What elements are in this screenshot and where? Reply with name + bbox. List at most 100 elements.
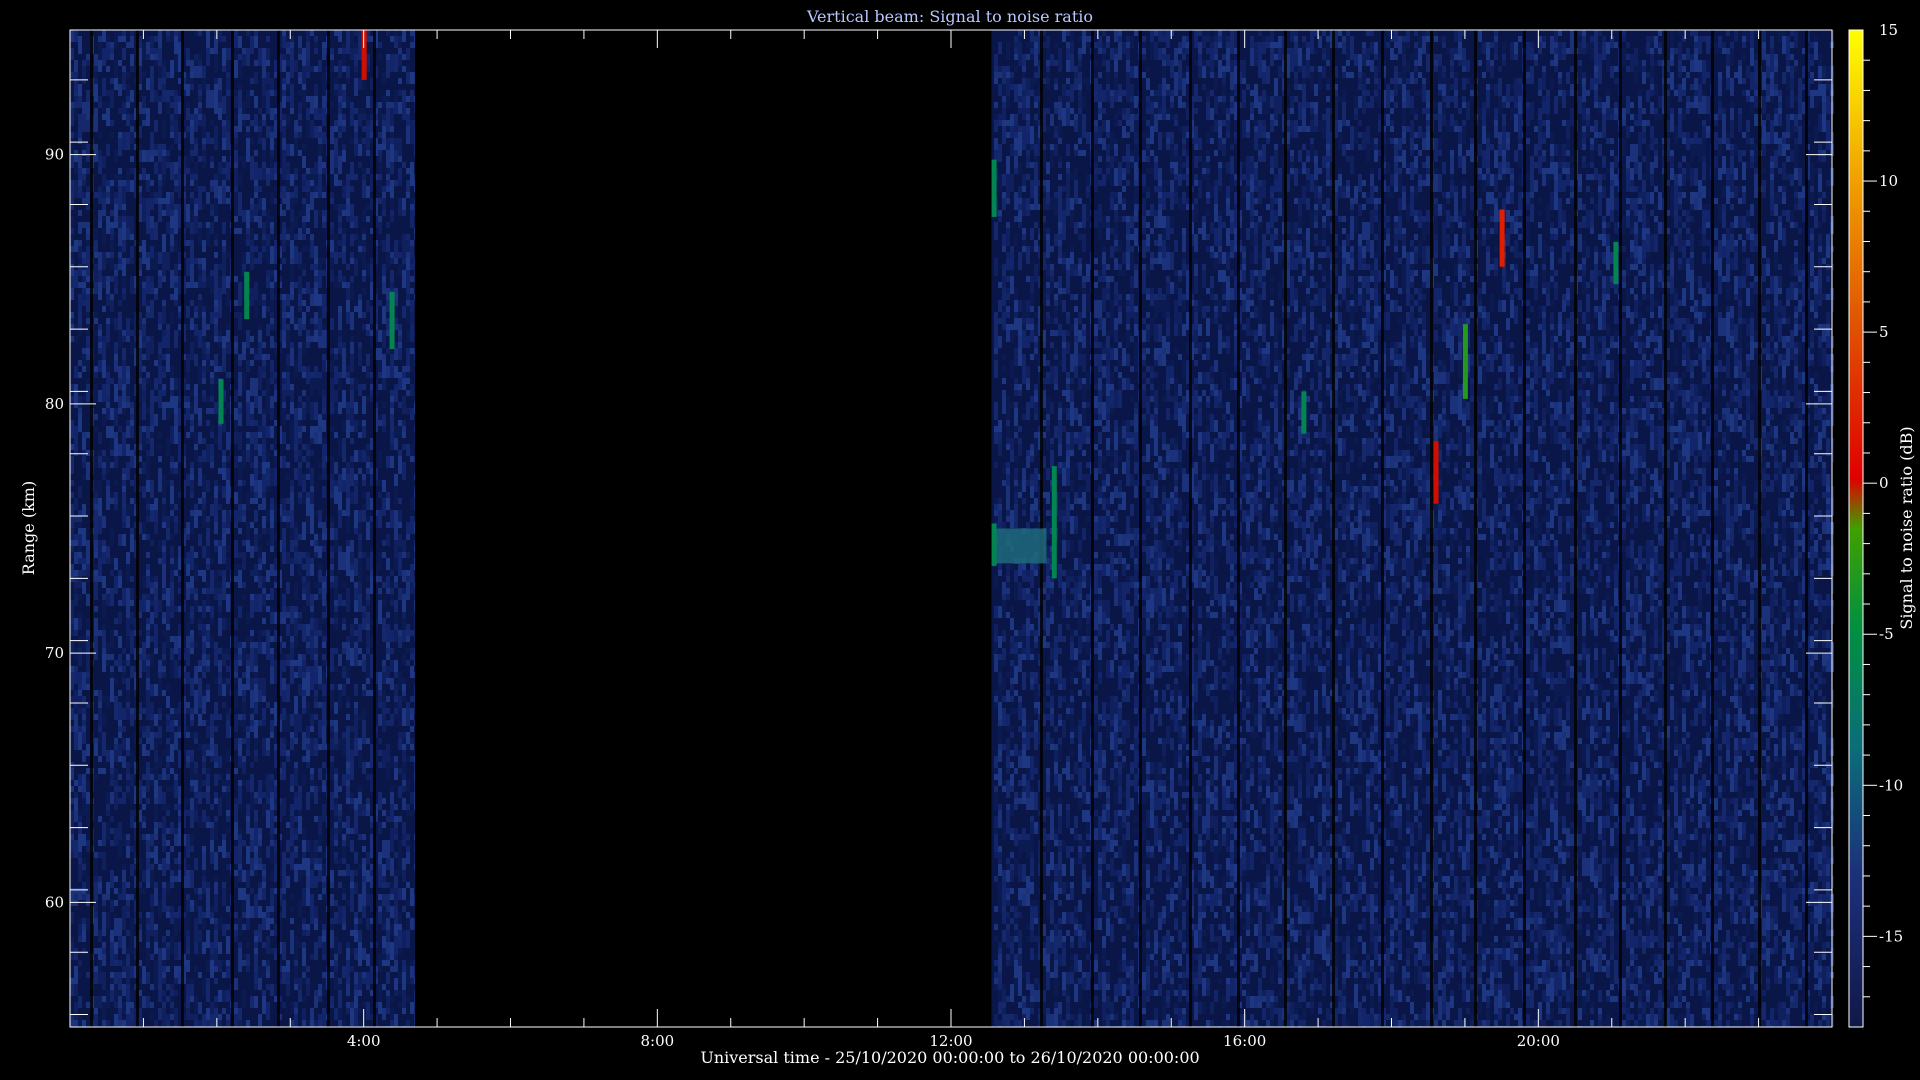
noise-cell [210,888,214,906]
noise-cell [146,786,150,792]
noise-cell [206,804,210,810]
noise-cell [242,768,246,774]
noise-cell [86,654,90,672]
noise-cell [122,342,126,348]
noise-cell [330,708,334,714]
noise-cell [210,312,214,324]
noise-cell [146,576,150,588]
noise-cell [150,246,154,258]
noise-cell [190,186,194,192]
noise-cell [266,738,270,744]
noise-cell [118,114,122,120]
noise-cell [246,450,250,462]
noise-cell [254,450,258,456]
noise-cell [218,336,222,342]
noise-cell [226,558,230,570]
noise-cell [238,888,242,900]
noise-cell [334,834,338,840]
noise-cell [298,78,302,84]
noise-cell [334,276,338,282]
noise-cell [322,294,326,300]
noise-cell [78,96,82,108]
noise-cell [218,660,222,672]
noise-cell [270,852,274,864]
noise-cell [118,756,122,762]
noise-cell [226,60,230,72]
noise-cell [86,120,90,132]
noise-cell [294,666,298,672]
noise-cell [290,420,294,432]
noise-cell [162,486,166,498]
noise-cell [270,450,274,468]
noise-cell [286,372,290,390]
noise-cell [334,936,338,948]
noise-cell [222,960,226,966]
noise-cell [318,936,322,948]
noise-cell [206,774,210,786]
noise-cell [234,168,238,186]
noise-cell [254,420,258,426]
noise-cell [142,150,146,162]
noise-cell [118,444,122,456]
noise-cell [198,1008,202,1014]
noise-cell [286,552,290,564]
noise-cell [338,672,342,684]
noise-cell [146,564,150,570]
noise-cell [310,618,314,630]
noise-cell [170,876,174,882]
noise-cell [86,342,90,348]
noise-cell [298,792,302,810]
noise-cell [70,798,74,804]
noise-cell [82,732,86,738]
noise-cell [298,186,302,198]
noise-cell [206,900,210,918]
noise-cell [242,210,246,222]
noise-cell [166,396,170,402]
noise-cell [258,198,262,210]
noise-cell [334,372,338,384]
noise-cell [74,426,78,432]
noise-cell [154,852,158,858]
noise-cell [82,318,86,324]
noise-cell [210,756,214,762]
noise-cell [218,372,222,378]
noise-cell [146,612,150,618]
noise-cell [234,588,238,594]
noise-cell [318,666,322,684]
noise-cell [78,726,82,732]
noise-cell [174,732,178,750]
noise-cell [254,510,258,522]
noise-cell [234,492,238,504]
noise-cell [78,774,82,786]
noise-cell [146,438,150,444]
noise-cell [158,438,162,444]
noise-cell [206,30,210,42]
noise-cell [74,336,78,342]
noise-cell [102,1002,106,1020]
noise-cell [294,816,298,822]
noise-cell [218,600,222,606]
noise-cell [118,516,122,528]
noise-cell [78,828,82,834]
noise-cell [262,870,266,876]
noise-cell [106,894,110,900]
noise-cell [254,480,258,492]
noise-cell [210,810,214,816]
noise-cell [70,72,74,78]
noise-cell [106,750,110,762]
noise-cell [174,180,178,186]
noise-cell [206,534,210,546]
noise-cell [342,102,346,108]
noise-cell [150,600,154,606]
noise-cell [82,258,86,264]
noise-cell [114,660,118,666]
noise-cell [234,402,238,408]
noise-cell [114,150,118,162]
noise-cell [306,528,310,534]
noise-cell [114,630,118,636]
noise-cell [106,276,110,282]
noise-cell [226,258,230,270]
noise-cell [86,570,90,576]
noise-cell [258,168,262,180]
noise-cell [78,936,82,942]
